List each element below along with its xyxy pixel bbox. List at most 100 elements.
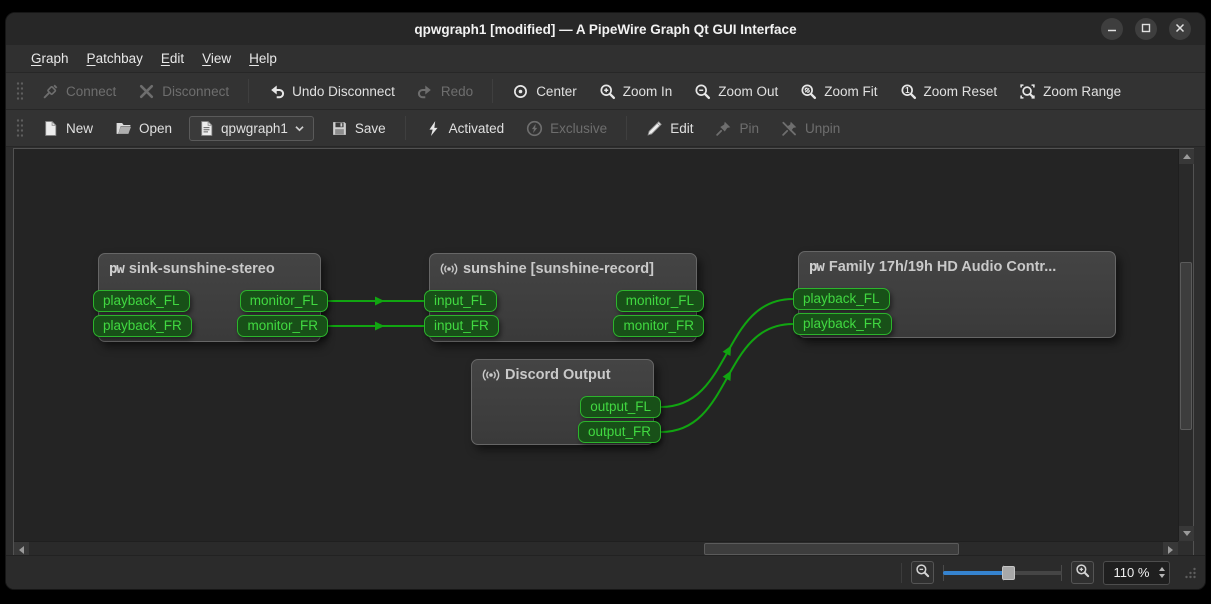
minimize-button[interactable] (1101, 18, 1123, 40)
redo-button[interactable]: Redo (408, 78, 482, 105)
port-playback-fl[interactable]: playback_FL (793, 288, 890, 310)
arrow-left-icon (19, 545, 24, 554)
scroll-down-button[interactable] (1179, 526, 1194, 541)
menu-edit[interactable]: Edit (152, 47, 193, 70)
menu-graph[interactable]: Graph (22, 47, 78, 70)
window-title: qpwgraph1 [modified] — A PipeWire Graph … (414, 21, 797, 37)
spin-down-icon (1159, 574, 1165, 578)
toolbar-separator (404, 116, 406, 140)
node-sink[interactable]: pw sink-sunshine-stereo playback_FL playbac… (93, 253, 328, 342)
maximize-icon (1141, 20, 1151, 38)
menu-help[interactable]: Help (240, 47, 286, 70)
new-button[interactable]: New (33, 115, 102, 142)
undo-disconnect-button[interactable]: Undo Disconnect (259, 78, 404, 105)
zoom-in-button[interactable] (1071, 561, 1094, 584)
port-input-fl[interactable]: input_FL (424, 290, 497, 312)
port-monitor-fl[interactable]: monitor_FL (615, 290, 704, 312)
zoom-in-button[interactable]: Zoom In (590, 78, 682, 105)
patchbay-file-combo[interactable]: qpwgraph1 (189, 115, 314, 141)
port-input-fr[interactable]: input_FR (424, 315, 499, 337)
minimize-icon (1107, 20, 1117, 38)
close-button[interactable] (1169, 18, 1191, 40)
node-sunshine[interactable]: sunshine [sunshine-record] input_FL input_… (424, 253, 704, 342)
port-monitor-fr[interactable]: monitor_FR (613, 315, 704, 337)
app-window: qpwgraph1 [modified] — A PipeWire Graph … (5, 12, 1206, 590)
center-button[interactable]: Center (503, 78, 586, 105)
toolbar-grip[interactable] (16, 80, 23, 102)
titlebar: qpwgraph1 [modified] — A PipeWire Graph … (6, 13, 1205, 45)
undo-icon (268, 83, 285, 100)
menu-view[interactable]: View (193, 47, 240, 70)
graph-canvas[interactable]: pw sink-sunshine-stereo playback_FL playbac… (14, 149, 1178, 541)
zoom-percent-value: 110 % (1113, 565, 1150, 580)
port-output-fr[interactable]: output_FR (577, 421, 661, 443)
arrow-down-icon (1182, 531, 1191, 536)
exclusive-button[interactable]: Exclusive (517, 115, 616, 142)
broadcast-icon (440, 261, 458, 277)
pin-button[interactable]: Pin (706, 115, 768, 142)
edit-pencil-icon (646, 120, 663, 137)
port-monitor-fr[interactable]: monitor_FR (237, 315, 328, 337)
open-button[interactable]: Open (106, 115, 181, 142)
statusbar-separator (901, 562, 902, 583)
horizontal-scrollbar[interactable] (14, 541, 1178, 557)
pipewire-icon: pw (809, 259, 825, 275)
redo-icon (417, 83, 434, 100)
node-title: Discord Output (505, 367, 611, 383)
toolbar-grip[interactable] (16, 117, 23, 139)
vertical-scroll-thumb[interactable] (1180, 262, 1192, 430)
port-playback-fl[interactable]: playback_FL (93, 290, 190, 312)
toolbar-separator (248, 79, 250, 103)
node-title: sink-sunshine-stereo (128, 261, 275, 277)
node-title: Family 17h/19h HD Audio Contr... (828, 259, 1057, 275)
document-icon (198, 120, 215, 137)
zoom-fit-icon (800, 83, 817, 100)
unpin-button[interactable]: Unpin (772, 115, 849, 142)
maximize-button[interactable] (1135, 18, 1157, 40)
zoom-slider[interactable] (943, 563, 1062, 583)
pin-icon (715, 120, 732, 137)
chevron-down-icon (294, 123, 305, 134)
scroll-up-button[interactable] (1179, 149, 1194, 164)
zoom-out-button[interactable] (911, 561, 934, 584)
open-folder-icon (115, 120, 132, 137)
connect-button[interactable]: Connect (33, 78, 125, 105)
port-monitor-fl[interactable]: monitor_FL (239, 290, 328, 312)
zoom-percent-spinbox[interactable]: 110 % (1103, 560, 1170, 585)
slider-handle[interactable] (1001, 565, 1015, 580)
close-icon (1175, 20, 1185, 38)
node-header: sunshine [sunshine-record] (430, 254, 696, 277)
port-playback-fr[interactable]: playback_FR (793, 313, 892, 335)
menubar: Graph Patchbay Edit View Help (6, 45, 1205, 73)
save-button[interactable]: Save (322, 115, 395, 142)
node-family[interactable]: pw Family 17h/19h HD Audio Contr... playba… (793, 251, 1116, 338)
center-icon (512, 83, 529, 100)
node-header: pw Family 17h/19h HD Audio Contr... (799, 252, 1115, 275)
horizontal-scroll-thumb[interactable] (704, 543, 959, 555)
window-controls (1101, 18, 1191, 40)
arrow-right-icon (1168, 545, 1173, 554)
port-playback-fr[interactable]: playback_FR (93, 315, 192, 337)
zoom-reset-button[interactable]: 1 Zoom Reset (891, 78, 1007, 105)
vertical-scrollbar[interactable] (1178, 149, 1194, 541)
edit-button[interactable]: Edit (637, 115, 702, 142)
toolbar-separator (626, 116, 628, 140)
node-discord[interactable]: Discord Output output_FL output_FR (471, 359, 661, 445)
disconnect-button[interactable]: Disconnect (129, 78, 238, 105)
spin-arrows[interactable] (1159, 567, 1169, 578)
menu-patchbay[interactable]: Patchbay (78, 47, 152, 70)
zoom-range-button[interactable]: Zoom Range (1010, 78, 1130, 105)
activated-button[interactable]: Activated (416, 115, 514, 142)
zoom-out-icon (694, 83, 711, 100)
toolbar-main: Connect Disconnect Undo Disconnect Redo Cent… (6, 73, 1205, 110)
connect-icon (42, 83, 59, 100)
port-output-fl[interactable]: output_FL (580, 396, 661, 418)
toolbar-separator (492, 79, 494, 103)
svg-text:1: 1 (905, 85, 910, 94)
zoom-fit-button[interactable]: Zoom Fit (791, 78, 886, 105)
exclusive-icon (526, 120, 543, 137)
save-icon (331, 120, 348, 137)
resize-grip-icon[interactable] (1183, 566, 1197, 580)
zoom-in-icon (599, 83, 616, 100)
zoom-out-button[interactable]: Zoom Out (685, 78, 787, 105)
